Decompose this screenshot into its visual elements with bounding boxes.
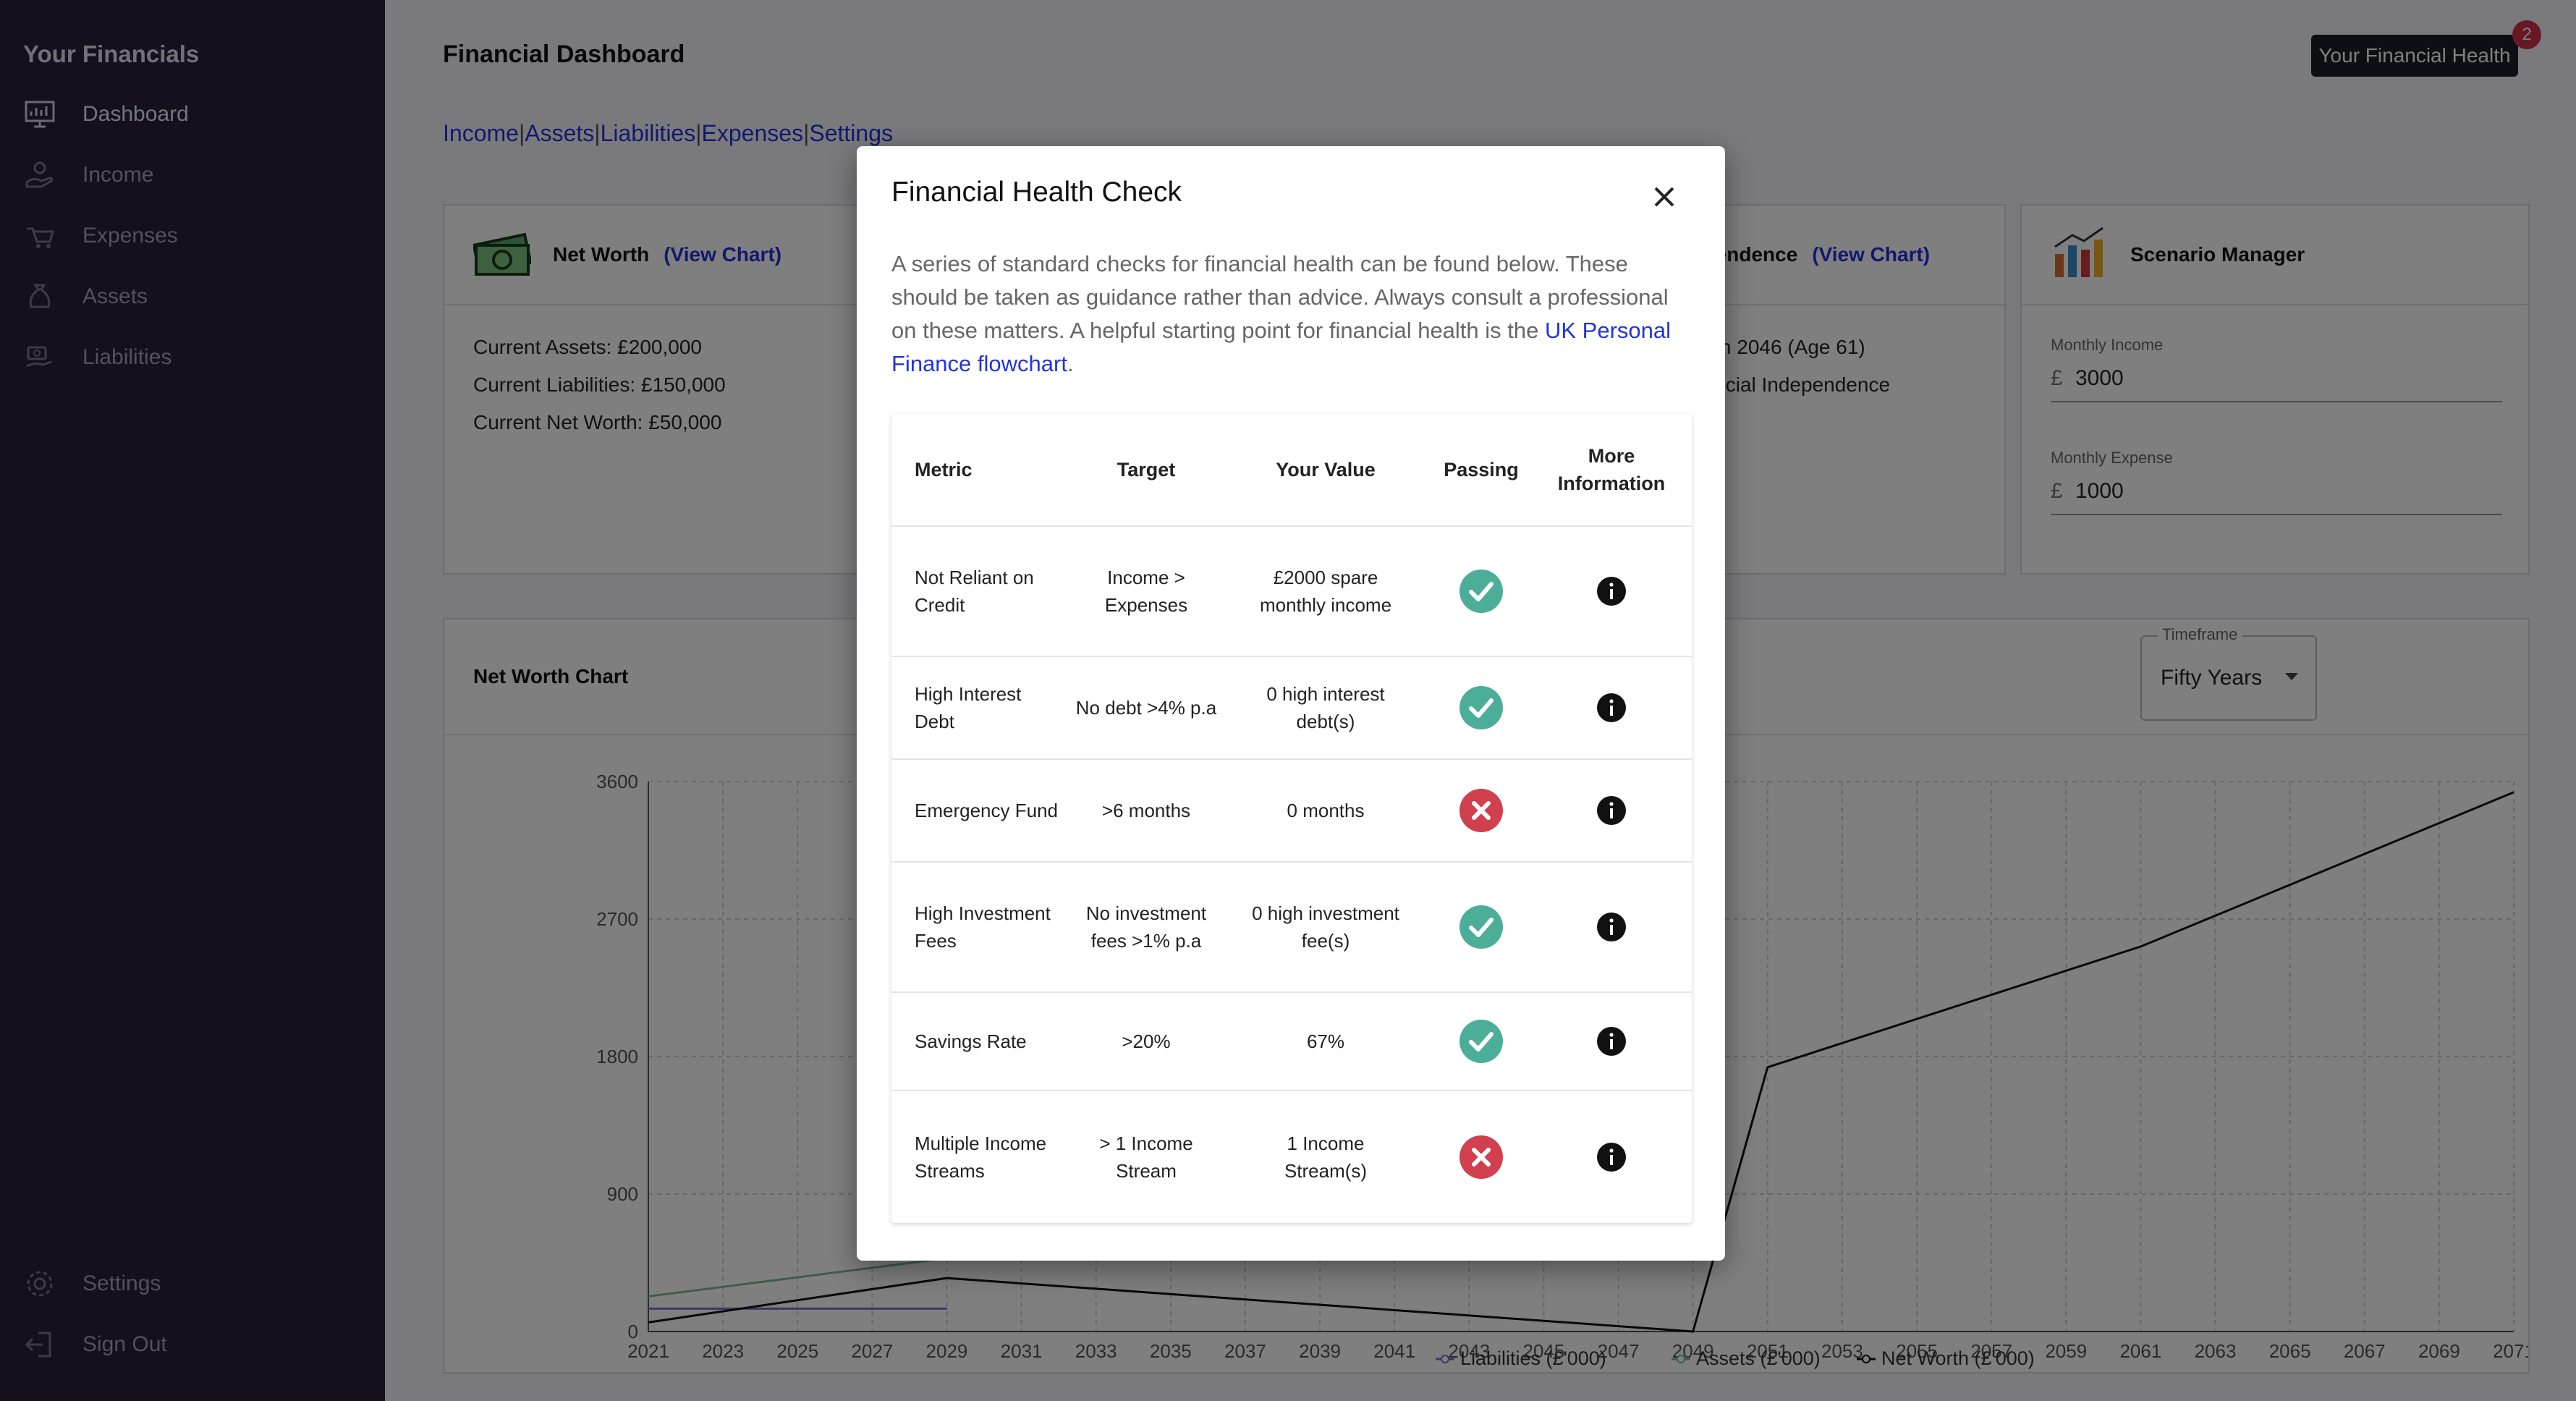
check-icon — [1427, 657, 1535, 758]
metric-target: >20% — [1122, 1030, 1171, 1052]
info-icon[interactable] — [1557, 760, 1666, 861]
info-icon[interactable] — [1557, 527, 1666, 656]
table-row: Savings Rate >20% 67% — [891, 993, 1692, 1091]
info-icon[interactable] — [1557, 993, 1666, 1090]
metric-target: Income > Expenses — [1104, 567, 1188, 616]
metric-name: High Investment Fees — [915, 902, 1051, 952]
metric-your-value: 1 Income Stream(s) — [1284, 1133, 1368, 1182]
metric-target: > 1 Income Stream — [1099, 1133, 1193, 1182]
metric-name: Multiple Income Streams — [915, 1133, 1047, 1182]
header-your-value: Your Value — [1276, 459, 1376, 481]
cross-icon — [1427, 1091, 1535, 1223]
metric-your-value: 67% — [1306, 1030, 1345, 1052]
check-icon — [1427, 863, 1535, 991]
metric-your-value: 0 high interest debt(s) — [1266, 683, 1385, 732]
metric-name: Emergency Fund — [915, 800, 1058, 821]
modal-title: Financial Health Check — [891, 177, 1182, 208]
info-icon[interactable] — [1557, 657, 1666, 758]
info-icon[interactable] — [1557, 863, 1666, 991]
health-check-table: Metric Target Your Value Passing More In… — [891, 414, 1692, 1223]
metric-name: Savings Rate — [915, 1030, 1027, 1052]
header-metric: Metric — [915, 459, 973, 481]
header-passing: Passing — [1444, 459, 1519, 481]
table-row: High Interest Debt No debt >4% p.a 0 high … — [891, 657, 1692, 760]
check-icon — [1427, 527, 1535, 656]
header-target: Target — [1117, 459, 1176, 481]
metric-your-value: £2000 spare monthly income — [1259, 567, 1392, 616]
metric-your-value: 0 months — [1287, 800, 1365, 821]
metric-name: Not Reliant on Credit — [915, 567, 1034, 616]
metric-name: High Interest Debt — [915, 683, 1022, 732]
table-row: Emergency Fund >6 months 0 months — [891, 760, 1692, 863]
check-icon — [1427, 993, 1535, 1090]
metric-target: No investment fees >1% p.a — [1085, 902, 1207, 952]
cross-icon — [1427, 760, 1535, 861]
financial-health-modal: Financial Health Check A series of stand… — [857, 146, 1725, 1261]
metric-target: No debt >4% p.a — [1075, 697, 1217, 719]
table-row: Multiple Income Streams > 1 Income Stream… — [891, 1091, 1692, 1223]
close-icon[interactable] — [1645, 178, 1683, 216]
table-header: Metric Target Your Value Passing More In… — [891, 414, 1692, 527]
table-row: High Investment Fees No investment fees >… — [891, 863, 1692, 993]
metric-your-value: 0 high investment fee(s) — [1252, 902, 1399, 952]
modal-description: A series of standard checks for financia… — [891, 251, 1672, 376]
table-row: Not Reliant on Credit Income > Expenses £2… — [891, 527, 1692, 657]
metric-target: >6 months — [1101, 800, 1191, 821]
info-icon[interactable] — [1557, 1091, 1666, 1223]
header-more-information: More Information — [1557, 445, 1666, 494]
